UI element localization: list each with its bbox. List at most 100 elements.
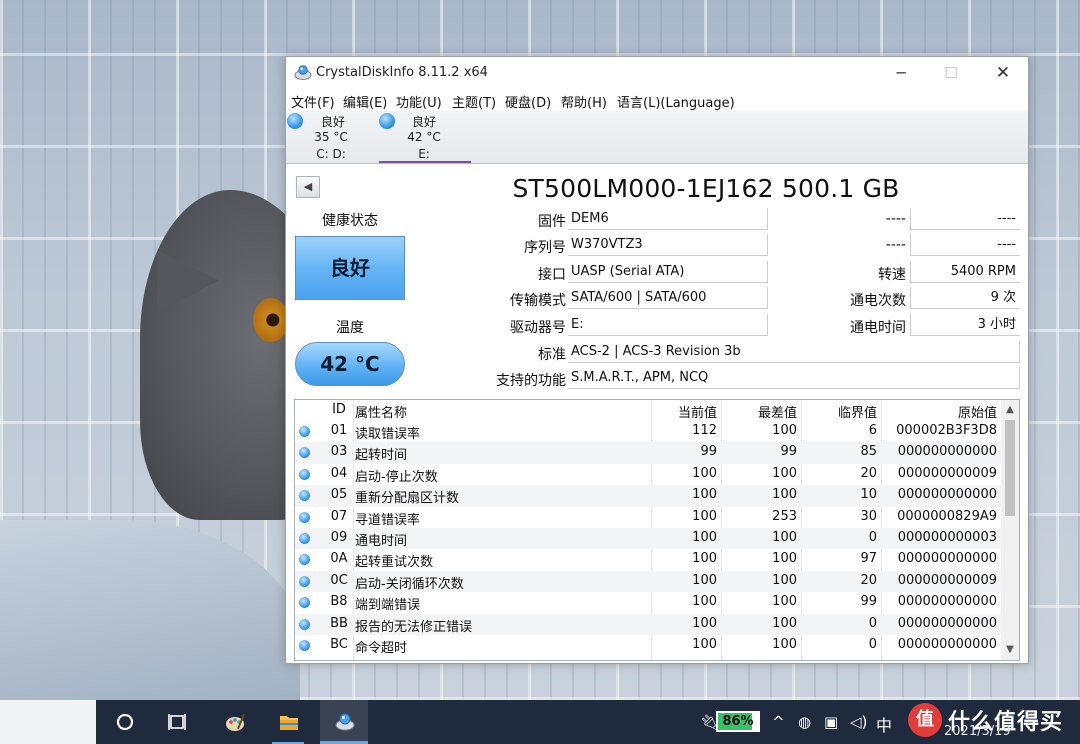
battery-percent: 86% xyxy=(722,714,754,729)
menu-help[interactable]: 帮助(H) xyxy=(561,92,607,111)
attribute-worst: 100 xyxy=(772,551,797,567)
cortana-button[interactable] xyxy=(100,700,148,744)
attribute-name: 通电时间 xyxy=(355,534,408,549)
taskbar-search-area[interactable] xyxy=(0,700,96,744)
attribute-name: 起转重试次数 xyxy=(355,555,434,571)
attribute-threshold: 10 xyxy=(860,487,877,503)
taskbar-date[interactable]: 2021/3/19 xyxy=(944,724,1011,739)
header-threshold[interactable]: 临界值 xyxy=(801,402,877,421)
attribute-id: 09 xyxy=(330,530,348,545)
table-row[interactable]: B8 端到端错误 100 100 99 000000000000 xyxy=(295,592,1001,613)
menu-disk[interactable]: 硬盘(D) xyxy=(505,92,551,111)
header-attribute-name[interactable]: 属性名称 xyxy=(355,402,655,421)
menu-bar: 文件(F) 编辑(E) 功能(U) 主题(T) 硬盘(D) 帮助(H) 语言(L… xyxy=(286,89,1028,111)
header-current[interactable]: 当前值 xyxy=(655,402,717,421)
serial-value: W370VTZ3 xyxy=(568,234,768,256)
watermark-badge: 值 xyxy=(908,703,942,737)
file-explorer-button[interactable] xyxy=(264,700,312,744)
attribute-raw: 000000000000 xyxy=(897,615,997,631)
table-row[interactable]: 03 起转时间 99 99 85 000000000000 xyxy=(295,442,1001,464)
attribute-raw: 000000000000 xyxy=(897,487,997,503)
attribute-threshold: 6 xyxy=(868,423,877,438)
attribute-id: BC xyxy=(330,637,348,652)
previous-disk-button[interactable]: ◀ xyxy=(296,176,320,198)
attribute-current: 100 xyxy=(692,615,717,631)
crystaldiskinfo-icon xyxy=(335,713,355,731)
menu-edit[interactable]: 编辑(E) xyxy=(343,92,387,111)
status-dot-icon xyxy=(299,447,310,459)
input-method-indicator[interactable]: 中 xyxy=(876,712,892,736)
scroll-down-arrow-icon[interactable]: ▼ xyxy=(1001,642,1019,658)
attribute-worst: 253 xyxy=(772,508,797,524)
file-explorer-icon xyxy=(280,716,298,730)
volume-icon[interactable]: ◁) xyxy=(850,713,867,731)
disk-tab-c-d[interactable]: 良好 35 °C C: D: xyxy=(286,111,378,163)
table-row[interactable]: BB 报告的无法修正错误 100 100 0 000000000000 xyxy=(295,613,1001,635)
table-row[interactable]: 07 寻道错误率 100 253 30 0000000829A9 xyxy=(295,507,1001,528)
table-row[interactable]: 04 启动-停止次数 100 100 20 000000000009 xyxy=(295,464,1001,485)
attribute-threshold: 0 xyxy=(868,615,877,631)
attribute-raw: 000000000003 xyxy=(897,530,997,545)
scroll-thumb[interactable] xyxy=(1005,420,1015,516)
status-dot-icon xyxy=(299,618,310,630)
disk-model-title: ST500LM000-1EJ162 500.1 GB xyxy=(512,174,900,203)
show-hidden-icons-icon[interactable]: ^ xyxy=(772,713,785,731)
unused-value-1: ---- xyxy=(910,208,1020,230)
status-dot-icon xyxy=(299,426,310,437)
disk-drive-label: C: D: xyxy=(316,147,346,161)
menu-language[interactable]: 语言(L)(Language) xyxy=(617,92,735,111)
health-status-button[interactable]: 良好 xyxy=(295,236,405,300)
attribute-current: 100 xyxy=(692,487,717,503)
header-worst[interactable]: 最差值 xyxy=(721,402,797,421)
network-globe-icon[interactable]: ◍ xyxy=(798,713,811,731)
rotation-label: 转速 xyxy=(878,267,906,283)
attribute-worst: 99 xyxy=(780,444,797,460)
attribute-current: 100 xyxy=(692,572,717,588)
close-button[interactable]: ✕ xyxy=(980,57,1026,89)
attribute-threshold: 30 xyxy=(860,508,877,524)
temperature-button[interactable]: 42 °C xyxy=(295,342,405,386)
crystaldiskinfo-taskbar-button[interactable] xyxy=(320,700,368,744)
attribute-name: 启动-关闭循环次数 xyxy=(355,576,464,592)
status-dot-icon xyxy=(299,597,310,609)
battery-indicator[interactable]: 86% xyxy=(716,711,760,732)
attribute-id: 07 xyxy=(330,508,348,524)
status-dot-icon xyxy=(299,640,310,651)
header-id[interactable]: ID xyxy=(319,402,359,417)
rotation-value: 5400 RPM xyxy=(910,261,1020,283)
scroll-up-arrow-icon[interactable]: ▲ xyxy=(1001,402,1019,418)
attribute-raw: 0000000829A9 xyxy=(897,508,997,524)
paint-button[interactable] xyxy=(210,700,258,744)
drive-letter-value: E: xyxy=(568,314,768,336)
smart-attributes-table[interactable]: ID 属性名称 当前值 最差值 临界值 原始值 01 读取错误率 112 100 6 00… xyxy=(294,399,1020,661)
attribute-worst: 100 xyxy=(772,530,797,545)
attribute-current: 100 xyxy=(692,551,717,567)
maximize-button[interactable]: ☐ xyxy=(928,57,974,89)
disk-temp-label: 35 °C xyxy=(314,130,348,144)
menu-theme[interactable]: 主题(T) xyxy=(452,92,496,111)
serial-label: 序列号 xyxy=(524,240,566,256)
transfer-mode-label: 传输模式 xyxy=(510,293,566,309)
table-row[interactable]: BC 命令超时 100 100 0 000000000000 xyxy=(295,635,1001,656)
attribute-worst: 100 xyxy=(772,594,797,610)
disk-info-panel: ◀ ST500LM000-1EJ162 500.1 GB 健康状态 良好 温度 … xyxy=(286,164,1028,399)
menu-function[interactable]: 功能(U) xyxy=(396,92,442,111)
tray-app-icon[interactable]: ▣ xyxy=(824,713,838,731)
table-row[interactable]: 01 读取错误率 112 100 6 000002B3F3D8 xyxy=(295,421,1001,442)
table-row[interactable]: 0A 起转重试次数 100 100 97 000000000000 xyxy=(295,549,1001,570)
title-bar[interactable]: CrystalDiskInfo 8.11.2 x64 ─ ☐ ✕ xyxy=(286,57,1028,89)
status-dot-icon xyxy=(299,468,310,480)
table-row[interactable]: 05 重新分配扇区计数 100 100 10 000000000000 xyxy=(295,485,1001,507)
attribute-current: 99 xyxy=(700,444,717,460)
header-raw[interactable]: 原始值 xyxy=(885,402,997,421)
table-row[interactable]: 09 通电时间 100 100 0 000000000003 xyxy=(295,528,1001,550)
minimize-button[interactable]: ─ xyxy=(878,57,924,89)
health-status-label: 健康状态 xyxy=(322,213,378,229)
table-row[interactable]: 0C 启动-关闭循环次数 100 100 20 000000000009 xyxy=(295,570,1001,593)
table-scrollbar[interactable]: ▲ ▼ xyxy=(1001,400,1019,660)
attribute-name: 重新分配扇区计数 xyxy=(355,491,460,507)
power-on-count-label: 通电次数 xyxy=(850,293,906,309)
disk-tab-e[interactable]: 良好 42 °C E: xyxy=(379,111,471,163)
menu-file[interactable]: 文件(F) xyxy=(291,92,335,111)
task-view-button[interactable] xyxy=(152,700,200,744)
